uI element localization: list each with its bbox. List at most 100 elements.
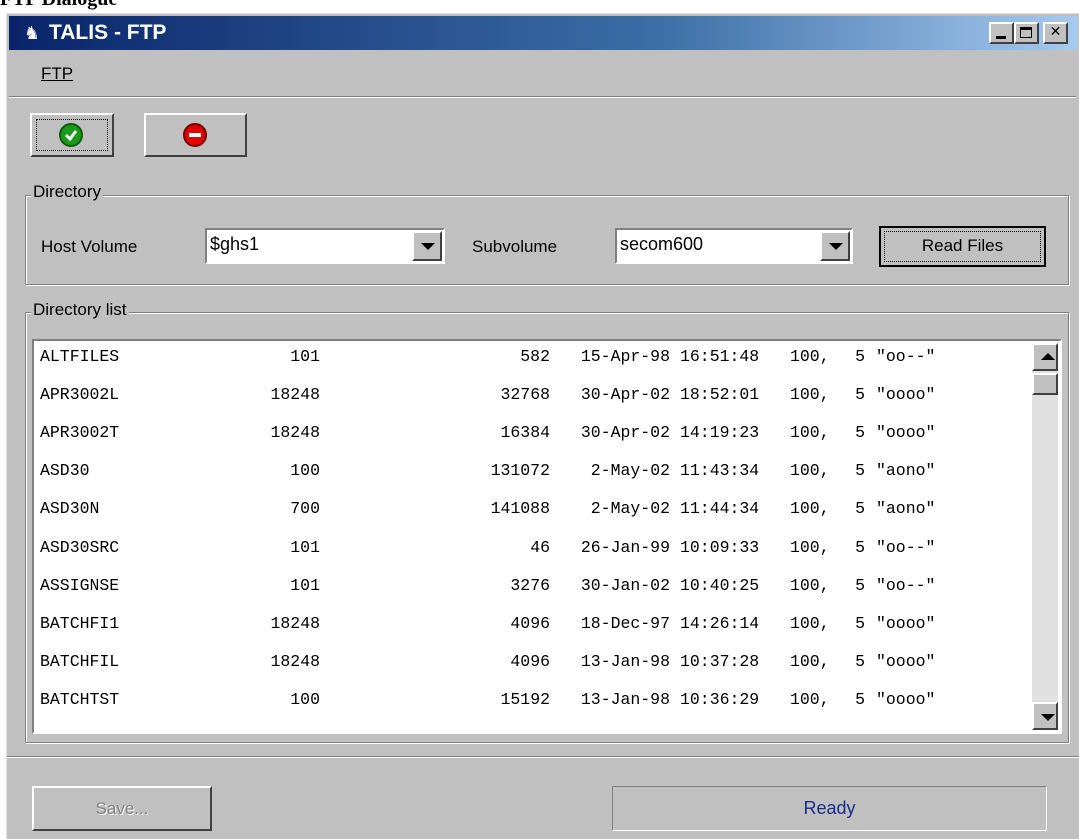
- page-caption: FTP Dialogue: [0, 0, 117, 11]
- cell-perm: "oo--": [876, 575, 936, 595]
- check-circle-icon: [59, 123, 83, 147]
- menu-bar: FTP: [9, 52, 1076, 97]
- cell-perm: "oooo": [876, 613, 936, 633]
- cell-size: 141088: [490, 499, 550, 519]
- cell-name: BATCHTST: [40, 689, 120, 709]
- cell-code: 101: [290, 537, 320, 557]
- cell-date: 26-Jan-99: [580, 537, 670, 557]
- scroll-thumb[interactable]: [1032, 373, 1058, 395]
- cell-name: ALTFILES: [40, 347, 120, 366]
- save-button-label: Save...: [95, 799, 149, 818]
- cell-date: 30-Apr-02: [580, 423, 670, 443]
- cell-time: 10:09:33: [680, 537, 760, 557]
- cell-code: 100: [290, 689, 320, 709]
- cell-time: 14:19:23: [680, 423, 760, 443]
- cell-size: 46: [530, 537, 550, 557]
- cell-date: 30-Jan-02: [580, 575, 670, 595]
- cell-time: 10:36:29: [680, 689, 760, 709]
- scroll-down-icon[interactable]: [1032, 702, 1058, 730]
- cell-name: ASD30SRC: [40, 537, 120, 557]
- directory-listbox[interactable]: ALTFILES 101 582 15-Apr-98 16:51:48 100, 5 "oo-…: [32, 339, 1062, 734]
- ftp-window: ♞ TALIS - FTP ✕ FTP Directory Host Volum…: [6, 13, 1079, 839]
- stop-button[interactable]: [144, 113, 247, 157]
- cell-code: 18248: [270, 651, 320, 671]
- cell-perm: "oooo": [876, 689, 936, 709]
- cell-group: 5: [855, 689, 865, 709]
- cell-size: 4096: [510, 651, 550, 671]
- footer-divider-highlight: [7, 757, 1079, 758]
- app-icon: ♞: [23, 23, 41, 43]
- menu-item-ftp[interactable]: FTP: [41, 64, 73, 84]
- scroll-up-icon[interactable]: [1032, 343, 1058, 371]
- cell-owner: 100,: [790, 499, 830, 519]
- cell-perm: "oooo": [876, 651, 936, 671]
- cell-owner: 100,: [790, 613, 830, 633]
- minimize-icon[interactable]: [989, 22, 1014, 44]
- chevron-down-icon[interactable]: [412, 231, 442, 261]
- window-title: TALIS - FTP: [49, 21, 167, 44]
- subvolume-value: secom600: [620, 234, 704, 254]
- cell-group: 5: [855, 385, 865, 405]
- cell-owner: 100,: [790, 385, 830, 405]
- cell-group: 5: [855, 651, 865, 671]
- cell-group: 5: [855, 461, 865, 481]
- close-icon[interactable]: ✕: [1043, 22, 1068, 44]
- cell-group: 5: [855, 347, 865, 366]
- cell-size: 3276: [510, 575, 550, 595]
- status-bar: Ready: [612, 786, 1047, 831]
- cell-code: 18248: [270, 613, 320, 633]
- cell-size: 4096: [510, 613, 550, 633]
- cell-time: 10:37:28: [680, 651, 760, 671]
- cell-name: APR3002T: [40, 423, 120, 443]
- cell-time: 18:52:01: [680, 385, 760, 405]
- cell-code: 101: [290, 347, 320, 366]
- cell-name: APR3002L: [40, 385, 120, 405]
- host-volume-select[interactable]: $ghs1: [205, 228, 445, 264]
- maximize-icon[interactable]: [1014, 22, 1039, 44]
- cell-name: ASD30: [40, 461, 90, 481]
- cell-date: 2-May-02: [590, 499, 670, 519]
- cell-owner: 100,: [790, 689, 830, 709]
- chevron-down-icon[interactable]: [820, 231, 850, 261]
- cell-perm: "oooo": [876, 423, 936, 443]
- cell-group: 5: [855, 613, 865, 633]
- cell-perm: "oo--": [876, 347, 936, 366]
- cell-name: ASSIGNSE: [40, 575, 120, 595]
- cell-size: 16384: [500, 423, 550, 443]
- read-files-label: Read Files: [921, 236, 1004, 255]
- stop-circle-icon: [183, 123, 207, 147]
- cell-date: 2-May-02: [590, 461, 670, 481]
- cell-date: 13-Jan-98: [580, 689, 670, 709]
- cell-owner: 100,: [790, 461, 830, 481]
- vertical-scrollbar[interactable]: [1032, 343, 1058, 730]
- menu-item-ftp-label: FTP: [41, 64, 74, 83]
- cell-date: 15-Apr-98: [580, 347, 670, 366]
- cell-group: 5: [855, 537, 865, 557]
- read-files-button[interactable]: Read Files: [879, 226, 1046, 267]
- cell-date: 30-Apr-02: [580, 385, 670, 405]
- cell-name: ASD30N: [40, 499, 100, 519]
- cell-group: 5: [855, 423, 865, 443]
- directory-group-title: Directory: [31, 182, 104, 202]
- ok-button[interactable]: [30, 113, 114, 157]
- cell-size: 582: [520, 347, 550, 366]
- cell-owner: 100,: [790, 651, 830, 671]
- cell-time: 14:26:14: [680, 613, 760, 633]
- cell-owner: 100,: [790, 347, 830, 366]
- cell-time: 10:40:25: [680, 575, 760, 595]
- cell-time: 11:43:34: [680, 461, 760, 481]
- cell-owner: 100,: [790, 423, 830, 443]
- cell-time: 16:51:48: [680, 347, 760, 366]
- cell-code: 101: [290, 575, 320, 595]
- cell-group: 5: [855, 575, 865, 595]
- cell-perm: "aono": [876, 461, 936, 481]
- cell-size: 15192: [500, 689, 550, 709]
- cell-size: 32768: [500, 385, 550, 405]
- cell-owner: 100,: [790, 537, 830, 557]
- cell-size: 131072: [490, 461, 550, 481]
- subvolume-select[interactable]: secom600: [615, 228, 853, 264]
- directory-list-group-title: Directory list: [31, 300, 129, 320]
- save-button[interactable]: Save...: [32, 786, 212, 831]
- host-volume-value: $ghs1: [210, 234, 260, 254]
- title-bar[interactable]: ♞ TALIS - FTP ✕: [9, 16, 1078, 50]
